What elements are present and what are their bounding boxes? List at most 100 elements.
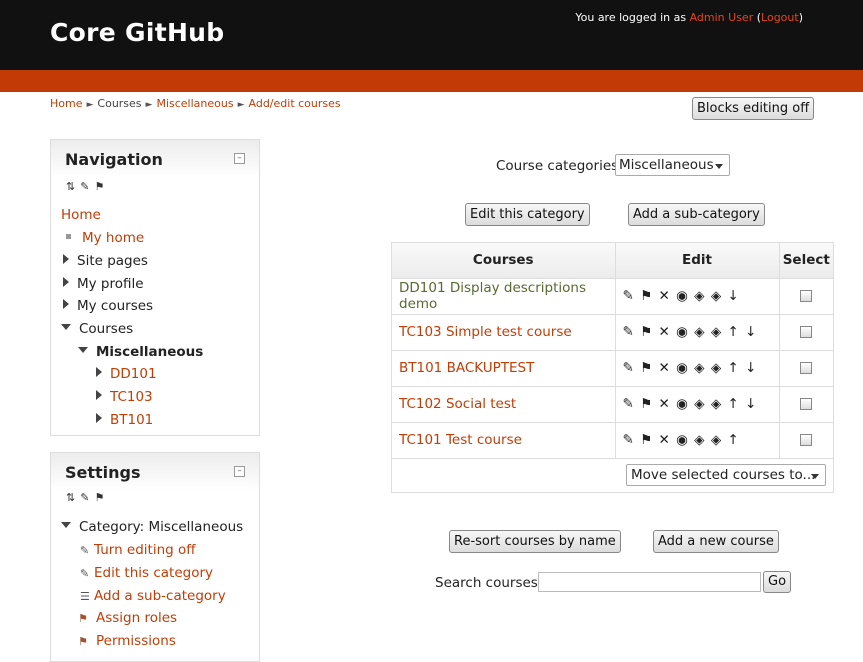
expand-icon[interactable] <box>63 299 69 309</box>
nav-item-miscellaneous[interactable]: Miscellaneous <box>78 344 203 364</box>
expand-icon[interactable] <box>96 413 102 423</box>
course-link[interactable]: BT101 BACKUPTEST <box>399 360 534 376</box>
breadcrumb-miscellaneous[interactable]: Miscellaneous <box>156 97 233 110</box>
table-header-row: Courses Edit Select <box>392 243 833 279</box>
settings-item-assign-roles[interactable]: ⚑ Assign roles <box>78 610 177 630</box>
expand-icon[interactable] <box>96 390 102 400</box>
nav-item-label[interactable]: My home <box>82 230 144 246</box>
select-checkbox[interactable] <box>800 326 813 338</box>
logout-link[interactable]: Logout <box>761 11 799 24</box>
nav-course-label[interactable]: DD101 <box>110 366 157 382</box>
roles-icon[interactable]: ⚑ <box>94 491 109 504</box>
settings-item-turn-editing-off[interactable]: ✎ Turn editing off <box>80 542 196 562</box>
user-profile-link[interactable]: Admin User <box>690 11 754 24</box>
chevron-down-icon <box>715 164 723 169</box>
table-row: TC102 Social test ✎ ⚑ ✕ ◉ ◈ ◈ ↑ ↓ <box>392 386 833 423</box>
expand-icon[interactable] <box>63 277 69 287</box>
nav-home-link[interactable]: Home <box>61 207 101 223</box>
nav-item-my-home[interactable]: My home <box>63 230 144 250</box>
add-new-course-button[interactable]: Add a new course <box>653 530 779 553</box>
collapse-icon[interactable]: – <box>234 466 245 477</box>
add-subcategory-icon: ☰ <box>80 590 90 603</box>
settings-item-label[interactable]: Edit this category <box>94 565 213 581</box>
collapse-icon[interactable]: – <box>234 153 245 164</box>
settings-item-label[interactable]: Permissions <box>96 633 176 649</box>
nav-item-site-pages[interactable]: Site pages <box>63 253 148 273</box>
course-categories-value: Miscellaneous <box>619 157 714 173</box>
add-subcategory-button[interactable]: Add a sub-category <box>628 203 765 226</box>
select-checkbox[interactable] <box>800 290 813 302</box>
select-checkbox[interactable] <box>800 362 813 374</box>
breadcrumb-add-edit-courses[interactable]: Add/edit courses <box>249 97 341 110</box>
roles-icon[interactable]: ⚑ <box>94 180 109 193</box>
settings-item-permissions[interactable]: ⚑ Permissions <box>78 633 176 653</box>
course-edit-icons[interactable]: ✎ ⚑ ✕ ◉ ◈ ◈ ↑ ↓ <box>615 314 780 351</box>
site-title[interactable]: Core GitHub <box>50 18 224 47</box>
edit-icon[interactable]: ✎ <box>80 180 94 193</box>
settings-category[interactable]: Category: Miscellaneous <box>61 519 243 539</box>
breadcrumb-separator: ► <box>145 100 153 110</box>
course-edit-icons[interactable]: ✎ ⚑ ✕ ◉ ◈ ◈ ↑ ↓ <box>615 350 780 387</box>
table-row: BT101 BACKUPTEST ✎ ⚑ ✕ ◉ ◈ ◈ ↑ ↓ <box>392 350 833 387</box>
course-link[interactable]: TC101 Test course <box>399 432 522 448</box>
move-courses-select[interactable]: Move selected courses to... <box>626 464 826 486</box>
course-edit-icons[interactable]: ✎ ⚑ ✕ ◉ ◈ ◈ ↑ ↓ <box>615 386 780 423</box>
nav-course-label[interactable]: BT101 <box>110 412 153 428</box>
select-checkbox[interactable] <box>800 434 813 446</box>
breadcrumb-home[interactable]: Home <box>50 97 82 110</box>
page-header: Core GitHub You are logged in as Admin U… <box>0 0 863 70</box>
nav-course-label[interactable]: TC103 <box>110 389 153 405</box>
blocks-editing-off-button[interactable]: Blocks editing off <box>692 97 815 120</box>
nav-item-label: My profile <box>77 276 144 292</box>
assign-roles-icon: ⚑ <box>78 612 88 625</box>
expand-icon[interactable] <box>63 254 69 264</box>
edit-category-button[interactable]: Edit this category <box>465 203 590 226</box>
login-prefix: You are logged in as <box>575 11 690 24</box>
courses-table: Courses Edit Select DD101 Display descri… <box>391 242 834 493</box>
nav-item-label: My courses <box>77 298 154 314</box>
nav-item-label: Miscellaneous <box>96 344 204 360</box>
table-row: TC101 Test course ✎ ⚑ ✕ ◉ ◈ ◈ ↑ <box>392 422 833 459</box>
nav-course-dd101[interactable]: DD101 <box>96 366 157 386</box>
nav-item-my-courses[interactable]: My courses <box>63 298 153 318</box>
collapse-tree-icon[interactable] <box>61 324 71 330</box>
logout-close: ) <box>798 11 803 24</box>
select-checkbox[interactable] <box>800 398 813 410</box>
navigation-title: Navigation <box>65 150 163 169</box>
collapse-tree-icon[interactable] <box>78 347 88 353</box>
nav-home[interactable]: Home <box>61 207 101 227</box>
edit-icon[interactable]: ✎ <box>80 491 94 504</box>
course-link[interactable]: DD101 Display descriptions demo <box>399 280 586 312</box>
course-edit-icons[interactable]: ✎ ⚑ ✕ ◉ ◈ ◈ ↓ <box>615 278 780 315</box>
bullet-icon <box>66 233 71 239</box>
move-icon[interactable]: ⇅ <box>66 180 80 193</box>
nav-course-bt101[interactable]: BT101 <box>96 412 153 432</box>
settings-item-add-subcategory[interactable]: ☰ Add a sub-category <box>80 588 226 608</box>
column-header-edit: Edit <box>615 243 780 279</box>
course-edit-icons[interactable]: ✎ ⚑ ✕ ◉ ◈ ◈ ↑ <box>615 422 780 459</box>
course-link[interactable]: TC102 Social test <box>399 396 516 412</box>
settings-item-label[interactable]: Add a sub-category <box>94 588 226 604</box>
settings-block-header: Settings – <box>51 453 259 491</box>
nav-item-label: Courses <box>79 321 134 337</box>
navigation-block-header: Navigation – <box>51 140 259 178</box>
search-go-button[interactable]: Go <box>763 571 792 593</box>
course-link[interactable]: TC103 Simple test course <box>399 324 572 340</box>
expand-icon[interactable] <box>96 367 102 377</box>
settings-item-edit-category[interactable]: ✎ Edit this category <box>80 565 213 585</box>
nav-item-courses[interactable]: Courses <box>61 321 133 341</box>
nav-course-tc103[interactable]: TC103 <box>96 389 153 409</box>
settings-category-label: Category: Miscellaneous <box>79 519 244 535</box>
move-icon[interactable]: ⇅ <box>66 491 80 504</box>
edit-icon: ✎ <box>80 544 90 557</box>
breadcrumb-courses: Courses <box>97 97 142 110</box>
course-categories-select[interactable]: Miscellaneous <box>615 154 730 176</box>
navigation-block: Navigation – ⇅✎⚑ Home My home Site pages… <box>50 139 260 436</box>
search-courses-input[interactable] <box>538 572 761 592</box>
settings-item-label[interactable]: Assign roles <box>96 610 177 626</box>
settings-item-label[interactable]: Turn editing off <box>94 542 196 558</box>
course-categories-label: Course categories: <box>496 158 623 174</box>
nav-item-my-profile[interactable]: My profile <box>63 276 144 296</box>
collapse-tree-icon[interactable] <box>61 522 71 528</box>
resort-courses-button[interactable]: Re-sort courses by name <box>449 530 621 553</box>
